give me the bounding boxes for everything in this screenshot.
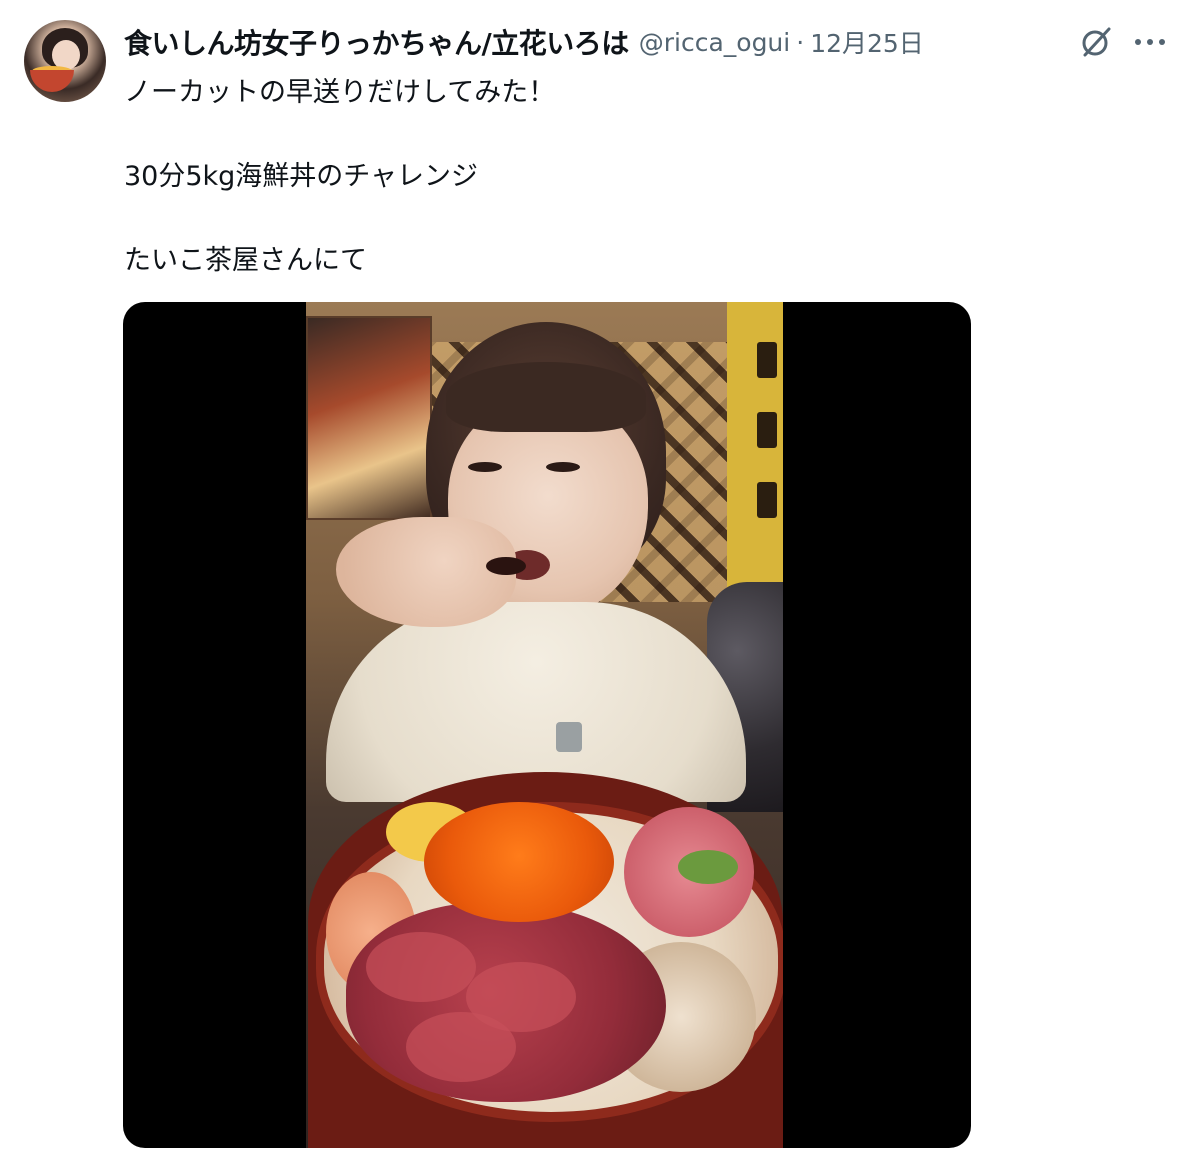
- woman-bangs: [446, 362, 646, 432]
- woman-eye: [468, 462, 502, 472]
- tweet-header: 食いしん坊女子りっかちゃん/立花いろは @ricca_ogui · 12月25日: [124, 22, 924, 62]
- more-icon[interactable]: [1130, 24, 1170, 60]
- tweet[interactable]: 食いしん坊女子りっかちゃん/立花いろは @ricca_ogui · 12月25日…: [0, 0, 1200, 1152]
- grok-icon[interactable]: [1078, 24, 1114, 60]
- woman-eye: [546, 462, 580, 472]
- ikura-topping: [424, 802, 614, 922]
- tweet-text-line: 30分5kg海鮮丼のチャレンジ: [124, 161, 479, 192]
- more-dot: [1135, 39, 1141, 45]
- more-dot: [1159, 39, 1165, 45]
- avatar[interactable]: [24, 20, 106, 102]
- video-frame: [306, 302, 783, 1148]
- tuna-topping: [346, 902, 666, 1102]
- green-onion-topping: [678, 850, 738, 884]
- wall-poster: [306, 316, 432, 520]
- user-handle[interactable]: @ricca_ogui: [639, 28, 791, 57]
- header-separator: ·: [796, 27, 805, 57]
- tweet-text-line: たいこ茶屋さんにて: [124, 245, 367, 276]
- food-bite: [486, 557, 526, 575]
- yellow-sign: [727, 302, 783, 592]
- woman-hand: [336, 517, 516, 627]
- tweet-text-line: ノーカットの早送りだけしてみた！: [124, 77, 556, 108]
- video-player[interactable]: [123, 302, 971, 1148]
- hoodie-zipper: [556, 722, 582, 752]
- tweet-date[interactable]: 12月25日: [810, 24, 924, 60]
- display-name[interactable]: 食いしん坊女子りっかちゃん/立花いろは: [124, 22, 629, 62]
- more-dot: [1147, 39, 1153, 45]
- avatar-bowl: [30, 70, 74, 92]
